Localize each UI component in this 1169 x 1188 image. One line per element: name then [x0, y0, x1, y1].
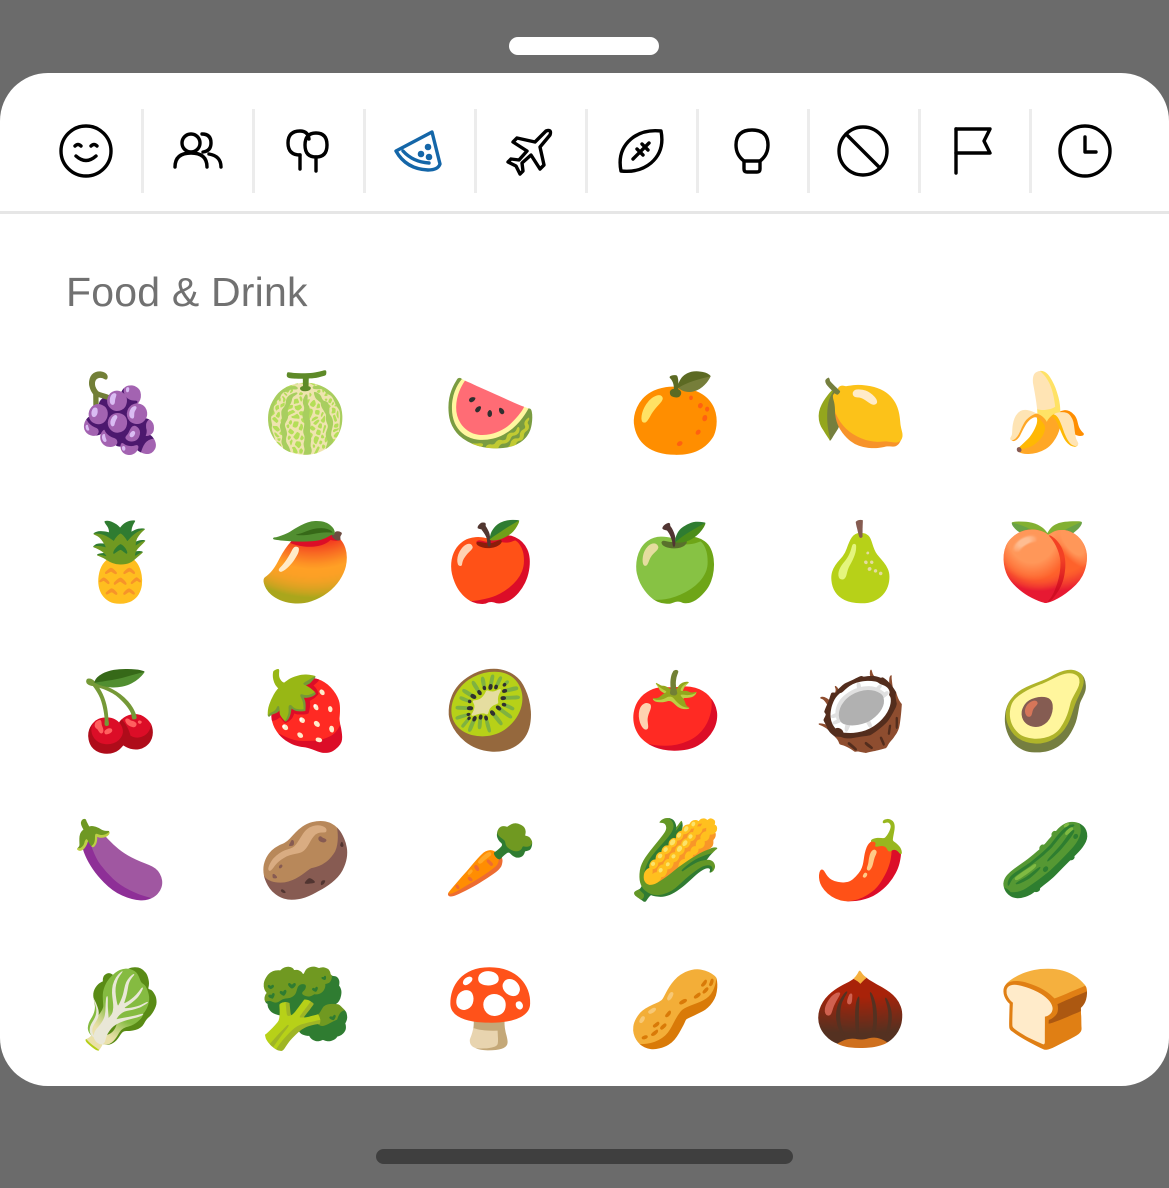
- emoji-key[interactable]: 🥦: [213, 934, 398, 1083]
- emoji-glyph: 🍎: [443, 516, 538, 606]
- emoji-key[interactable]: 🌶️: [768, 785, 953, 934]
- tab-frequently-used[interactable]: [1029, 109, 1140, 193]
- emoji-glyph: 🍐: [813, 516, 908, 606]
- emoji-key[interactable]: 🥥: [768, 636, 953, 785]
- emoji-glyph: 🌶️: [813, 814, 908, 904]
- emoji-key[interactable]: 🥕: [398, 785, 583, 934]
- emoji-picker-sheet: Food & Drink 🍇 🍈 🍉 🍊 🍋 🍌 🍍 🥭 🍎 🍏 🍐 🍑 🍒 🍓 🥝 🍅 🥥 🥑 🍆 🥔 🥕 🌽 🌶️ 🥒 🥬 🥦…: [0, 73, 1169, 1086]
- emoji-glyph: 🍓: [258, 665, 353, 755]
- clock-recent-icon: [1057, 124, 1112, 178]
- emoji-key[interactable]: 🍅: [583, 636, 768, 785]
- emoji-glyph: 🍋: [813, 367, 908, 457]
- emoji-key[interactable]: 🥝: [398, 636, 583, 785]
- emoji-glyph: 🥜: [628, 963, 723, 1053]
- emoji-key[interactable]: 🍐: [768, 487, 953, 636]
- emoji-glyph: 🍊: [628, 367, 723, 457]
- emoji-glyph: 🍄: [443, 963, 538, 1053]
- emoji-glyph: 🥬: [73, 963, 168, 1053]
- emoji-key[interactable]: 🍆: [28, 785, 213, 934]
- lightbulb-objects-icon: [733, 128, 770, 174]
- emoji-key[interactable]: 🥔: [213, 785, 398, 934]
- emoji-key[interactable]: 🍒: [28, 636, 213, 785]
- emoji-glyph: 🥑: [998, 665, 1093, 755]
- emoji-key[interactable]: 🍑: [953, 487, 1138, 636]
- tab-activity[interactable]: [585, 109, 696, 193]
- football-activity-icon: [617, 128, 664, 174]
- emoji-key[interactable]: 🍉: [398, 338, 583, 487]
- prohibited-symbols-icon: [836, 125, 889, 177]
- emoji-glyph: 🍅: [628, 665, 723, 755]
- emoji-key[interactable]: 🥭: [213, 487, 398, 636]
- emoji-key[interactable]: 🌽: [583, 785, 768, 934]
- emoji-key[interactable]: 🥑: [953, 636, 1138, 785]
- emoji-glyph: 🍆: [73, 814, 168, 904]
- emoji-key[interactable]: 🍓: [213, 636, 398, 785]
- smiley-face-icon: [58, 124, 113, 178]
- emoji-key[interactable]: 🍈: [213, 338, 398, 487]
- emoji-glyph: 🍞: [998, 963, 1093, 1053]
- emoji-key[interactable]: 🍄: [398, 934, 583, 1083]
- emoji-grid: 🍇 🍈 🍉 🍊 🍋 🍌 🍍 🥭 🍎 🍏 🍐 🍑 🍒 🍓 🥝 🍅 🥥 🥑 🍆 🥔 🥕 🌽 🌶️ 🥒 🥬 🥦 🍄 🥜 🌰 🍞: [28, 338, 1138, 1083]
- emoji-key[interactable]: 🥬: [28, 934, 213, 1083]
- emoji-glyph: 🍑: [998, 516, 1093, 606]
- emoji-key[interactable]: 🍍: [28, 487, 213, 636]
- sheet-grabber-handle[interactable]: [509, 37, 659, 55]
- airplane-travel-icon: [505, 128, 552, 176]
- emoji-glyph: 🍉: [443, 367, 538, 457]
- trees-nature-icon: [285, 129, 329, 173]
- emoji-glyph: 🌽: [628, 814, 723, 904]
- emoji-glyph: 🥕: [443, 814, 538, 904]
- emoji-category-bar: [30, 109, 1140, 193]
- emoji-glyph: 🍈: [258, 367, 353, 457]
- emoji-key[interactable]: 🍋: [768, 338, 953, 487]
- tab-nature[interactable]: [252, 109, 363, 193]
- emoji-key[interactable]: 🥜: [583, 934, 768, 1083]
- emoji-glyph: 🥭: [258, 516, 353, 606]
- emoji-glyph: 🍍: [73, 516, 168, 606]
- emoji-key[interactable]: 🍇: [28, 338, 213, 487]
- tab-objects[interactable]: [696, 109, 807, 193]
- emoji-key[interactable]: 🌰: [768, 934, 953, 1083]
- emoji-glyph: 🥥: [813, 665, 908, 755]
- emoji-key[interactable]: 🍏: [583, 487, 768, 636]
- category-bar-divider: [0, 211, 1169, 214]
- section-title: Food & Drink: [66, 269, 308, 315]
- tab-people[interactable]: [141, 109, 252, 193]
- emoji-key[interactable]: 🍎: [398, 487, 583, 636]
- emoji-glyph: 🍒: [73, 665, 168, 755]
- people-icon: [172, 132, 223, 169]
- home-indicator: [376, 1149, 793, 1164]
- emoji-glyph: 🍇: [73, 367, 168, 457]
- emoji-glyph: 🥦: [258, 963, 353, 1053]
- emoji-glyph: 🥔: [258, 814, 353, 904]
- emoji-glyph: 🥒: [998, 814, 1093, 904]
- emoji-key[interactable]: 🍌: [953, 338, 1138, 487]
- watermelon-slice-food-icon: [393, 130, 442, 172]
- emoji-glyph: 🥝: [443, 665, 538, 755]
- emoji-glyph: 🍌: [998, 367, 1093, 457]
- tab-flags[interactable]: [918, 109, 1029, 193]
- tab-travel[interactable]: [474, 109, 585, 193]
- emoji-key[interactable]: 🥒: [953, 785, 1138, 934]
- tab-smileys[interactable]: [30, 109, 141, 193]
- flag-icon: [953, 127, 992, 175]
- emoji-key[interactable]: 🍞: [953, 934, 1138, 1083]
- tab-food-and-drink[interactable]: [363, 109, 474, 193]
- emoji-glyph: 🍏: [628, 516, 723, 606]
- tab-symbols[interactable]: [807, 109, 918, 193]
- emoji-glyph: 🌰: [813, 963, 908, 1053]
- emoji-key[interactable]: 🍊: [583, 338, 768, 487]
